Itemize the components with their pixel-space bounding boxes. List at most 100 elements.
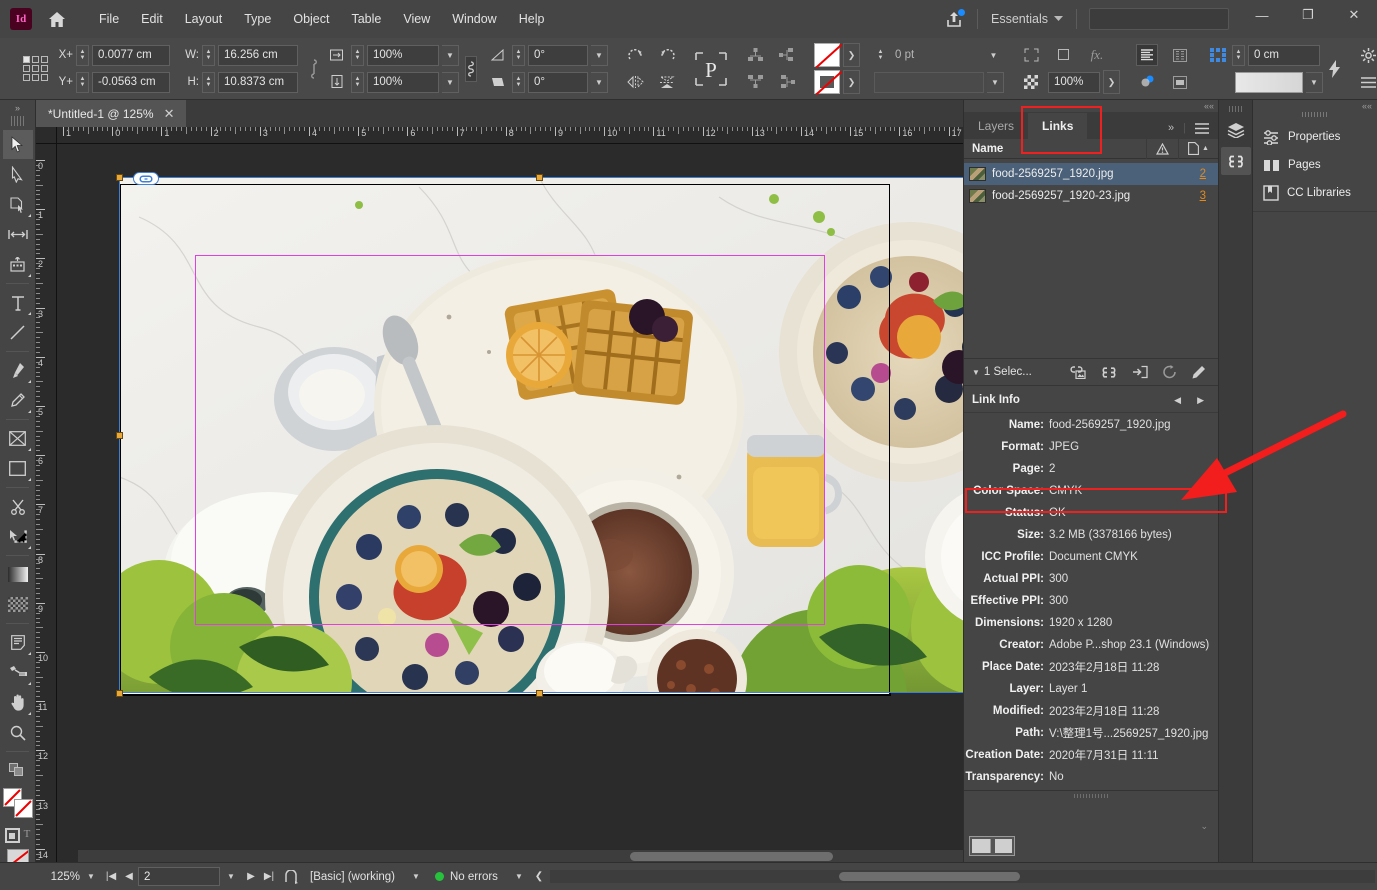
maximize-button[interactable]: ❐ bbox=[1285, 0, 1331, 30]
links-panel-resize-grip[interactable] bbox=[1074, 794, 1108, 798]
update-link-icon[interactable] bbox=[1132, 365, 1148, 379]
rotate-field[interactable]: 0° bbox=[528, 44, 588, 66]
right-dock-grip[interactable] bbox=[1302, 112, 1328, 117]
page-number-field[interactable]: 2 bbox=[138, 867, 220, 886]
zoom-level-value[interactable]: 125% bbox=[36, 871, 80, 883]
next-page-button[interactable]: ▶ bbox=[242, 871, 260, 882]
scissors-tool[interactable] bbox=[3, 492, 33, 521]
status-bar-scrollbar[interactable] bbox=[549, 870, 1375, 883]
stroke-swatch-tool[interactable] bbox=[14, 799, 33, 818]
tab-links[interactable]: Links bbox=[1028, 113, 1088, 139]
opacity-field[interactable]: 100% bbox=[1048, 71, 1100, 93]
scale-x-dropdown[interactable]: ▼ bbox=[442, 44, 459, 66]
stroke-weight-field[interactable]: 0 pt bbox=[890, 45, 982, 66]
last-page-button[interactable]: ▶| bbox=[260, 871, 278, 882]
w-field[interactable]: 16.256 cm bbox=[218, 44, 298, 66]
y-stepper[interactable]: ▲ ▼ bbox=[76, 71, 89, 93]
selection-disclosure-icon[interactable]: ▼ bbox=[972, 368, 980, 377]
document-tab[interactable]: *Untitled-1 @ 125% ✕ bbox=[36, 100, 187, 127]
selection-tool[interactable] bbox=[2, 130, 33, 159]
zoom-dropdown-icon[interactable]: ▼ bbox=[80, 872, 102, 881]
link-page-number[interactable]: 2 bbox=[1200, 168, 1206, 180]
h-stepper[interactable]: ▲ ▼ bbox=[202, 71, 215, 93]
select-content-icon[interactable] bbox=[1207, 44, 1229, 66]
handle-bottom-left[interactable] bbox=[116, 690, 123, 697]
stroke-dropdown[interactable]: ❯ bbox=[843, 70, 860, 94]
corner-options-icon[interactable] bbox=[1020, 44, 1042, 66]
horizontal-scrollbar-thumb[interactable] bbox=[630, 852, 834, 861]
link-page-number[interactable]: 3 bbox=[1200, 190, 1206, 202]
previous-page-button[interactable]: ◀ bbox=[120, 871, 138, 882]
zoom-tool[interactable] bbox=[3, 718, 33, 747]
toolbar-collapse-icon[interactable]: » bbox=[0, 100, 35, 116]
type-tool[interactable] bbox=[3, 288, 33, 317]
align-left-icon[interactable] bbox=[776, 44, 798, 66]
ruler-corner[interactable] bbox=[36, 127, 57, 144]
shear-dropdown[interactable]: ▼ bbox=[591, 71, 608, 93]
stroke-swatch[interactable] bbox=[814, 70, 840, 94]
stroke-style-dropdown[interactable]: ▼ bbox=[987, 71, 1004, 93]
scale-y-dropdown[interactable]: ▼ bbox=[442, 71, 459, 93]
stroke-style-field[interactable] bbox=[874, 71, 984, 93]
h-field[interactable]: 10.8373 cm bbox=[218, 71, 298, 93]
close-button[interactable]: ✕ bbox=[1331, 0, 1377, 30]
quick-apply-lightning-icon[interactable] bbox=[1323, 58, 1345, 80]
handle-middle-left[interactable] bbox=[116, 432, 123, 439]
stroke-weight-stepper[interactable]: ▲ ▼ bbox=[874, 45, 887, 66]
apply-color-icon[interactable] bbox=[3, 756, 33, 785]
gradient-swatch-tool[interactable] bbox=[3, 560, 33, 589]
close-icon[interactable]: ✕ bbox=[164, 106, 175, 122]
scale-x-stepper[interactable]: ▲ ▼ bbox=[351, 44, 364, 66]
go-to-link-icon[interactable] bbox=[1100, 366, 1118, 378]
home-icon[interactable] bbox=[40, 0, 74, 38]
menu-view[interactable]: View bbox=[392, 8, 441, 30]
links-column-page[interactable]: ▲ bbox=[1178, 138, 1218, 159]
status-bar-scrollbar-thumb[interactable] bbox=[838, 872, 1021, 881]
menu-file[interactable]: File bbox=[88, 8, 130, 30]
x-field[interactable]: 0.0077 cm bbox=[92, 44, 170, 66]
right-dock-collapse-icon[interactable]: «« bbox=[1362, 101, 1372, 111]
align-right-icon[interactable] bbox=[776, 71, 798, 93]
vertical-align-icon[interactable] bbox=[1169, 71, 1191, 93]
toolbar-grip[interactable] bbox=[10, 116, 25, 126]
fill-swatch[interactable] bbox=[814, 43, 840, 67]
menu-window[interactable]: Window bbox=[441, 8, 507, 30]
rectangle-tool[interactable] bbox=[3, 454, 33, 483]
page-dropdown-icon[interactable]: ▼ bbox=[220, 872, 242, 881]
line-tool[interactable] bbox=[3, 318, 33, 347]
frame-multi-column-icon[interactable] bbox=[1169, 44, 1191, 66]
frame-single-column-icon[interactable] bbox=[1136, 44, 1158, 66]
panel-menu-icon[interactable] bbox=[1357, 71, 1377, 93]
page-tool[interactable] bbox=[3, 190, 33, 219]
color-theme-tool[interactable] bbox=[3, 658, 33, 687]
menu-type[interactable]: Type bbox=[233, 8, 282, 30]
status-expand-icon[interactable]: ❮ bbox=[530, 871, 548, 882]
panel-menu-icon[interactable] bbox=[1195, 122, 1209, 134]
pencil-tool[interactable] bbox=[3, 386, 33, 415]
shear-field[interactable]: 0° bbox=[528, 71, 588, 93]
note-tool[interactable] bbox=[3, 628, 33, 657]
links-row-0[interactable]: food-2569257_1920.jpg 2 bbox=[964, 163, 1218, 185]
handle-top-center[interactable] bbox=[536, 174, 543, 181]
menu-table[interactable]: Table bbox=[340, 8, 392, 30]
preflight-errors-dropdown-icon[interactable]: ▼ bbox=[508, 872, 530, 881]
free-transform-tool[interactable] bbox=[3, 522, 33, 551]
preflight-icon[interactable] bbox=[278, 869, 304, 884]
menu-help[interactable]: Help bbox=[508, 8, 556, 30]
first-page-button[interactable]: |◀ bbox=[102, 871, 120, 882]
relink-icon[interactable] bbox=[1069, 365, 1086, 379]
constrain-proportions-icon[interactable] bbox=[308, 58, 320, 80]
gap-stepper[interactable]: ▲ ▼ bbox=[1232, 44, 1245, 66]
stroke-weight-dropdown[interactable]: ▼ bbox=[985, 45, 1002, 66]
rotate-cw-icon[interactable] bbox=[624, 44, 646, 66]
links-row-1[interactable]: food-2569257_1920-23.jpg 3 bbox=[964, 185, 1218, 207]
links-column-name[interactable]: Name bbox=[964, 143, 1003, 155]
link-info-prev-icon[interactable]: ◀ bbox=[1174, 395, 1181, 406]
links-panel-collapse-icon[interactable]: «« bbox=[1204, 101, 1214, 111]
tab-layers[interactable]: Layers bbox=[964, 113, 1028, 139]
y-field[interactable]: -0.0563 cm bbox=[92, 71, 170, 93]
align-bottom-icon[interactable] bbox=[744, 71, 766, 93]
text-wrap-icon[interactable] bbox=[1136, 71, 1158, 93]
rail-grip[interactable] bbox=[1228, 106, 1243, 112]
align-top-icon[interactable] bbox=[744, 44, 766, 66]
